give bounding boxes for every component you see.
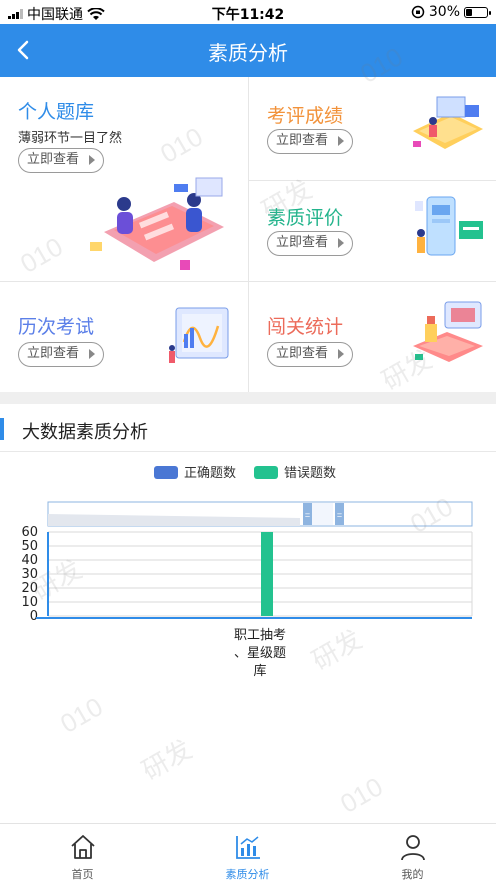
tab-quality-analysis[interactable]: 素质分析 <box>165 824 330 882</box>
personal-view-button[interactable]: 立即查看 <box>18 148 104 173</box>
feature-grid: 个人题库 薄弱环节一目了然 立即查看 考评成绩 立即查看 素质评价 立即查看 历… <box>0 77 496 392</box>
watermark: 010 <box>335 771 388 819</box>
section-divider <box>0 392 496 404</box>
tab-mine-label: 我的 <box>401 868 424 881</box>
status-bar: 中国联通 下午11:42 30% <box>0 0 496 24</box>
battery-icon <box>464 6 491 18</box>
section-title: 大数据素质分析 <box>22 422 148 443</box>
x-tick-label: 、星级题 <box>234 646 286 661</box>
x-tick-label: 库 <box>253 663 266 679</box>
y-tick-label: 30 <box>21 567 38 582</box>
y-tick-label: 40 <box>21 553 38 568</box>
tab-home[interactable]: 首页 <box>0 824 165 882</box>
legend-swatch-1[interactable] <box>254 466 278 479</box>
level-stats-view-button[interactable]: 立即查看 <box>267 342 353 367</box>
page-title: 素质分析 <box>208 41 288 65</box>
exam-score-illustration <box>413 96 483 149</box>
card-history-exam[interactable]: 历次考试 立即查看 <box>0 282 248 392</box>
card-exam-score-title: 考评成绩 <box>267 105 344 127</box>
legend-swatch-0[interactable] <box>154 466 178 479</box>
card-history-exam-title: 历次考试 <box>18 316 95 338</box>
quality-eval-illustration <box>415 196 483 256</box>
quality-bar-chart: 正确题数 错误题数 = = 6050403020100 职工抽考、星级题库 <box>21 466 473 679</box>
card-level-stats[interactable]: 闯关统计 立即查看 <box>249 282 496 392</box>
card-level-stats-title: 闯关统计 <box>267 316 344 338</box>
quality-eval-view-button[interactable]: 立即查看 <box>267 231 353 256</box>
y-tick-label: 60 <box>21 525 38 540</box>
user-icon <box>400 835 425 861</box>
legend-label-1: 错误题数 <box>284 466 336 481</box>
level-stats-illustration <box>413 301 483 362</box>
card-quality-eval[interactable]: 素质评价 立即查看 <box>249 181 496 281</box>
exam-score-view-button[interactable]: 立即查看 <box>267 129 353 154</box>
section-accent-bar <box>0 418 4 440</box>
card-quality-eval-title: 素质评价 <box>267 207 344 229</box>
card-personal-bank[interactable]: 个人题库 薄弱环节一目了然 立即查看 <box>0 77 248 281</box>
y-tick-label: 0 <box>30 609 38 624</box>
tab-quality-analysis-label: 素质分析 <box>225 868 270 881</box>
bottom-tab-bar: 首页 素质分析 我的 <box>0 823 496 882</box>
x-tick-label: 职工抽考 <box>234 628 286 643</box>
y-tick-label: 20 <box>21 581 38 596</box>
chart-icon <box>235 836 260 859</box>
card-personal-title: 个人题库 <box>18 101 95 123</box>
section-header: 大数据素质分析 <box>0 404 496 452</box>
battery-percent: 30% <box>428 4 460 20</box>
nav-bar: 素质分析 <box>0 24 496 77</box>
y-tick-label: 10 <box>21 595 38 610</box>
bar-错误题数[interactable] <box>261 532 273 616</box>
tab-home-label: 首页 <box>71 868 94 881</box>
watermark: 研发 <box>136 733 197 786</box>
card-personal-subtitle: 薄弱环节一目了然 <box>18 131 123 146</box>
tab-mine[interactable]: 我的 <box>330 824 495 882</box>
legend-label-0: 正确题数 <box>184 466 236 481</box>
chart-datazoom-slider[interactable]: = = <box>47 501 473 527</box>
y-tick-label: 50 <box>21 539 38 554</box>
svg-text:=: = <box>305 510 310 520</box>
card-exam-score[interactable]: 考评成绩 立即查看 <box>249 77 496 180</box>
home-icon <box>70 835 95 859</box>
history-exam-view-button[interactable]: 立即查看 <box>18 342 104 367</box>
history-exam-illustration <box>169 307 229 363</box>
study-illustration <box>90 177 224 270</box>
orientation-lock-icon <box>411 5 425 19</box>
svg-text:=: = <box>337 510 342 520</box>
